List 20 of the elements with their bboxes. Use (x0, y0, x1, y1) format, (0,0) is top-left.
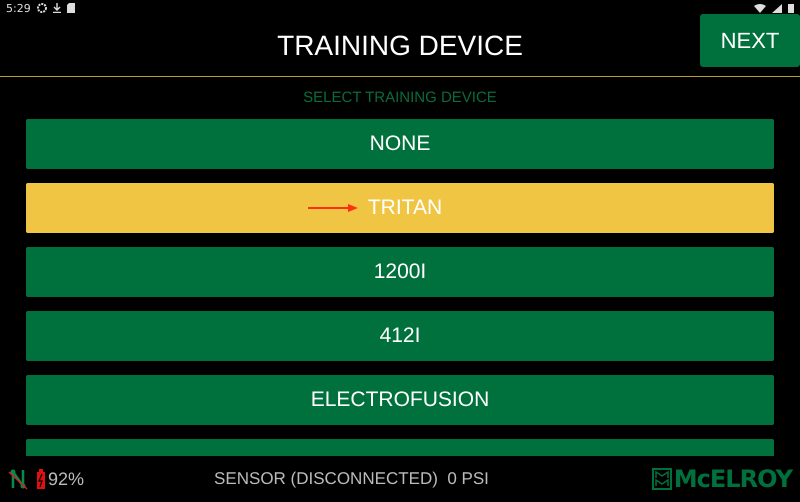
screen-title: TRAINING DEVICE (277, 30, 523, 62)
logo-icon (652, 468, 672, 490)
device-option[interactable]: ELECTROFUSION (26, 375, 774, 425)
clock-time: 5:29 (6, 2, 31, 14)
battery-icon (36, 469, 46, 489)
wifi-icon (754, 4, 766, 12)
sensor-status: SENSOR (DISCONNECTED) 0 PSI (214, 469, 490, 489)
brand-logo: McELROY (674, 465, 792, 493)
battery-percent: 92% (48, 468, 84, 490)
section-subtitle: SELECT TRAINING DEVICE (302, 89, 498, 106)
device-option[interactable]: NONE (26, 119, 774, 169)
disconnected-sensor-icon (8, 468, 28, 490)
download-icon (52, 3, 61, 13)
battery-icon (788, 3, 794, 13)
sd-card-icon (66, 3, 75, 13)
device-option[interactable]: 412I (26, 311, 774, 361)
device-option[interactable]: 1200I (26, 247, 774, 297)
next-button[interactable]: NEXT (700, 14, 800, 67)
arrow-icon (308, 203, 358, 213)
settings-icon (36, 3, 47, 13)
